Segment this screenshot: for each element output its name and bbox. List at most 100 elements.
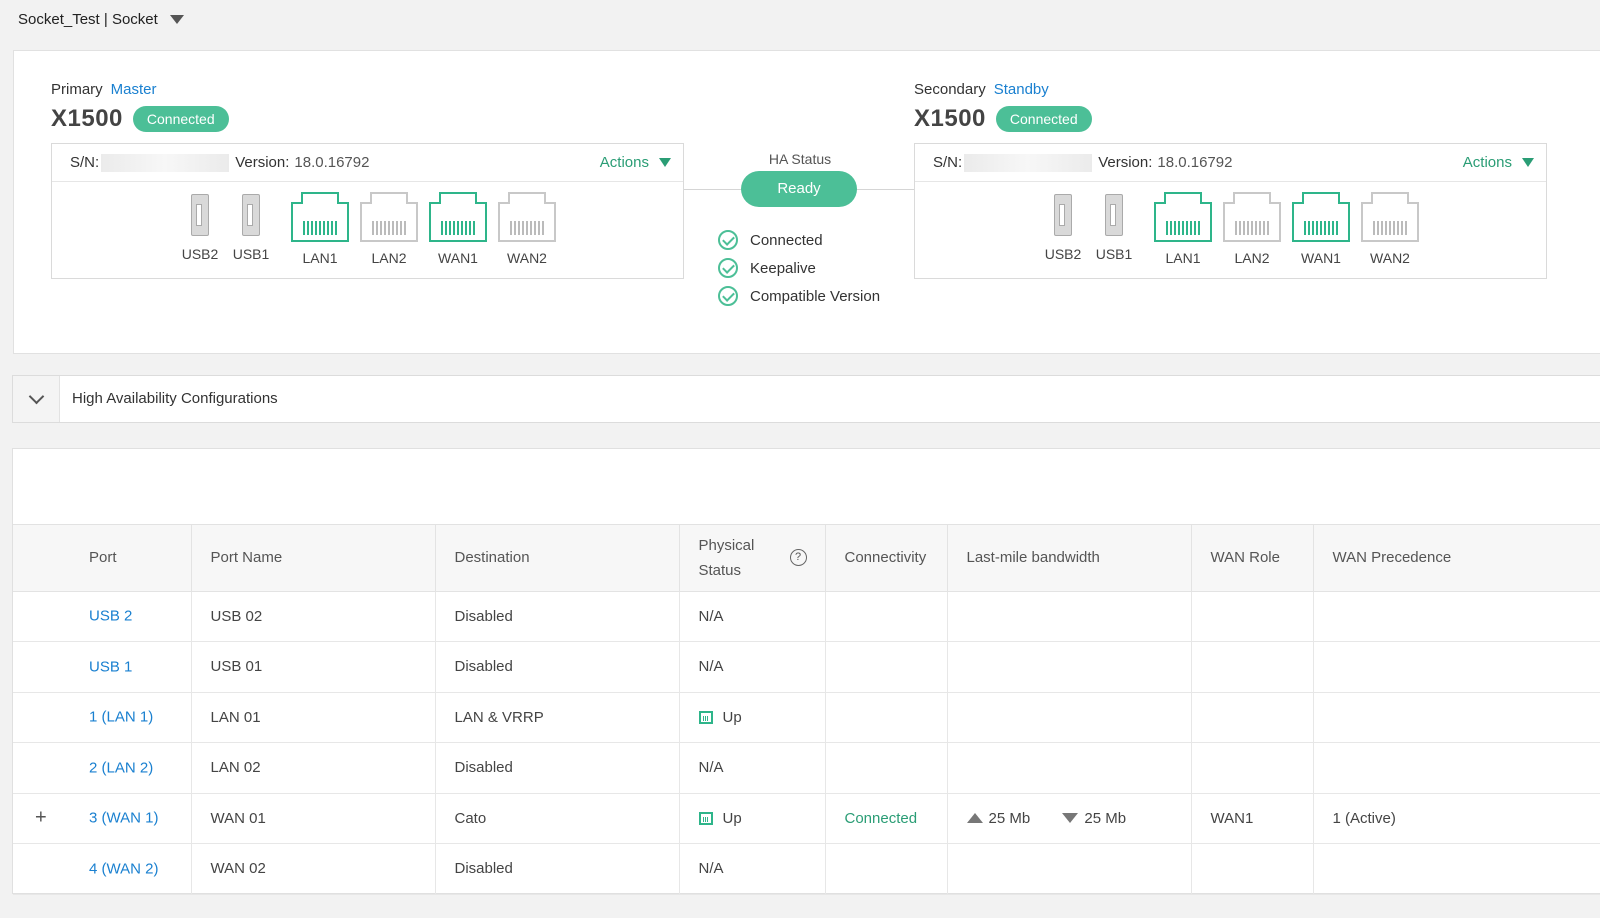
- col-header-port[interactable]: Port: [13, 525, 192, 592]
- secondary-port-label-wan2: WAN2: [1370, 250, 1410, 266]
- secondary-device-box: S/N: Version: 18.0.16792 Actions USB2 US…: [914, 143, 1547, 279]
- col-header-wan-precedence[interactable]: WAN Precedence: [1313, 525, 1600, 592]
- site-selector[interactable]: Socket_Test | Socket: [18, 8, 184, 30]
- table-row: 1 (LAN 1) LAN 01 LAN & VRRP Up: [13, 692, 1600, 743]
- cell-bandwidth: [947, 843, 1192, 895]
- cell-connectivity: [825, 692, 948, 743]
- secondary-role-line: Secondary Standby: [914, 81, 1049, 98]
- cell-wan-role: WAN1: [1191, 793, 1314, 844]
- secondary-model-line: X1500 Connected: [914, 105, 1092, 133]
- primary-device-header: S/N: Version: 18.0.16792 Actions: [52, 144, 683, 182]
- physical-status-text: Up: [722, 809, 742, 827]
- cell-wan-role: [1191, 692, 1314, 743]
- primary-port-label-wan1: WAN1: [438, 250, 478, 266]
- check-label: Compatible Version: [750, 287, 881, 305]
- col-header-destination[interactable]: Destination: [435, 525, 680, 592]
- secondary-role-label: Secondary: [914, 81, 986, 98]
- primary-model-line: X1500 Connected: [51, 105, 229, 133]
- ethernet-port-icon: [1223, 192, 1281, 242]
- primary-sn-redacted: [101, 153, 230, 172]
- cell-connectivity: [825, 742, 948, 794]
- port-link[interactable]: 4 (WAN 2): [89, 860, 158, 877]
- cell-wan-role: [1191, 742, 1314, 794]
- usb-port-icon: [1051, 194, 1073, 238]
- ethernet-port-icon: [698, 812, 713, 826]
- secondary-ports: USB2 USB1 LAN1 LAN2 WAN1 WAN2: [915, 182, 1546, 278]
- primary-port-label-usb2: USB2: [181, 246, 219, 262]
- secondary-actions-dropdown[interactable]: Actions: [1463, 154, 1534, 171]
- secondary-model: X1500: [914, 105, 986, 132]
- secondary-version-label: Version:: [1098, 154, 1153, 171]
- col-header-wan-role[interactable]: WAN Role: [1191, 525, 1314, 592]
- ha-connector-line-left: [684, 189, 742, 190]
- port-link[interactable]: 3 (WAN 1): [89, 810, 158, 827]
- check-item-compatible-version: Compatible Version: [718, 282, 880, 310]
- secondary-actions-label: Actions: [1462, 154, 1512, 171]
- col-header-bandwidth[interactable]: Last-mile bandwidth: [947, 525, 1192, 592]
- expand-plus-icon[interactable]: +: [35, 807, 47, 830]
- port-link[interactable]: USB 2: [89, 608, 132, 625]
- bandwidth-upload: 25 Mb: [966, 810, 1030, 827]
- primary-role-label: Primary: [51, 81, 103, 98]
- col-header-connectivity[interactable]: Connectivity: [825, 525, 948, 592]
- cell-destination: Disabled: [435, 843, 680, 895]
- primary-port-label-lan2: LAN2: [371, 250, 407, 266]
- ha-configurations-accordion[interactable]: High Availability Configurations: [12, 375, 1600, 423]
- primary-model: X1500: [51, 105, 123, 132]
- primary-state: Master: [110, 81, 157, 98]
- table-row: + 3 (WAN 1) WAN 01 Cato Up Connected 25 …: [13, 793, 1600, 844]
- ha-status-title-text: HA Status: [768, 151, 832, 167]
- ports-table: Port Port Name Destination Physical Statu…: [13, 525, 1600, 895]
- site-title: Socket_Test | Socket: [18, 10, 158, 28]
- cell-port-name: USB 02: [191, 591, 436, 642]
- secondary-device-header: S/N: Version: 18.0.16792 Actions: [915, 144, 1546, 182]
- secondary-port-label-lan1: LAN1: [1165, 250, 1201, 266]
- primary-actions-label: Actions: [599, 154, 649, 171]
- cell-bandwidth: [947, 742, 1192, 794]
- primary-version-value: 18.0.16792: [294, 154, 370, 171]
- chevron-down-icon[interactable]: [13, 376, 60, 422]
- cell-physical-status: Up: [679, 793, 826, 844]
- help-icon[interactable]: ?: [789, 549, 807, 567]
- secondary-sn-redacted: [964, 153, 1093, 172]
- cell-port: 2 (LAN 2): [13, 742, 192, 794]
- cell-port: 4 (WAN 2): [13, 843, 192, 895]
- cell-physical-status: N/A: [679, 843, 826, 895]
- primary-device-box: S/N: Version: 18.0.16792 Actions USB2 US…: [51, 143, 684, 279]
- primary-status-badge: Connected: [132, 106, 229, 132]
- cell-wan-precedence: 1 (Active): [1313, 793, 1600, 844]
- cell-connectivity: Connected: [825, 793, 948, 844]
- primary-actions-dropdown[interactable]: Actions: [600, 154, 671, 171]
- secondary-port-label-wan1: WAN1: [1301, 250, 1341, 266]
- ha-status-ready-button[interactable]: Ready: [741, 171, 857, 207]
- ethernet-port-icon: [360, 192, 418, 242]
- col-header-port-label: Port: [89, 549, 117, 567]
- check-item-keepalive: Keepalive: [718, 254, 880, 282]
- cell-port-name: USB 01: [191, 641, 436, 693]
- cell-bandwidth: [947, 692, 1192, 743]
- secondary-sn-label: S/N:: [933, 154, 963, 171]
- cell-bandwidth: 25 Mb 25 Mb: [947, 793, 1192, 844]
- cell-connectivity: [825, 843, 948, 895]
- ethernet-port-icon: [1292, 192, 1350, 242]
- cell-wan-role: [1191, 591, 1314, 642]
- bandwidth-download: 25 Mb: [1062, 810, 1126, 827]
- col-header-port-name[interactable]: Port Name: [191, 525, 436, 592]
- col-header-physical-status[interactable]: Physical Status ?: [679, 525, 826, 592]
- cell-bandwidth: [947, 591, 1192, 642]
- ha-checks-list: Connected Keepalive Compatible Version: [718, 226, 880, 310]
- cell-connectivity: [825, 591, 948, 642]
- cell-destination: LAN & VRRP: [435, 692, 680, 743]
- check-circle-icon: [718, 258, 738, 278]
- col-header-physical-line1: Physical: [698, 536, 755, 554]
- physical-status-text: Up: [722, 708, 742, 726]
- primary-port-label-wan2: WAN2: [507, 250, 547, 266]
- cell-destination: Disabled: [435, 591, 680, 642]
- table-row: 2 (LAN 2) LAN 02 Disabled N/A: [13, 742, 1600, 794]
- port-link[interactable]: 2 (LAN 2): [89, 759, 153, 776]
- port-link[interactable]: 1 (LAN 1): [89, 709, 153, 726]
- upload-arrow-icon: [966, 813, 983, 823]
- cell-port: 1 (LAN 1): [13, 692, 192, 743]
- ethernet-port-icon: [1361, 192, 1419, 242]
- port-link[interactable]: USB 1: [89, 658, 132, 675]
